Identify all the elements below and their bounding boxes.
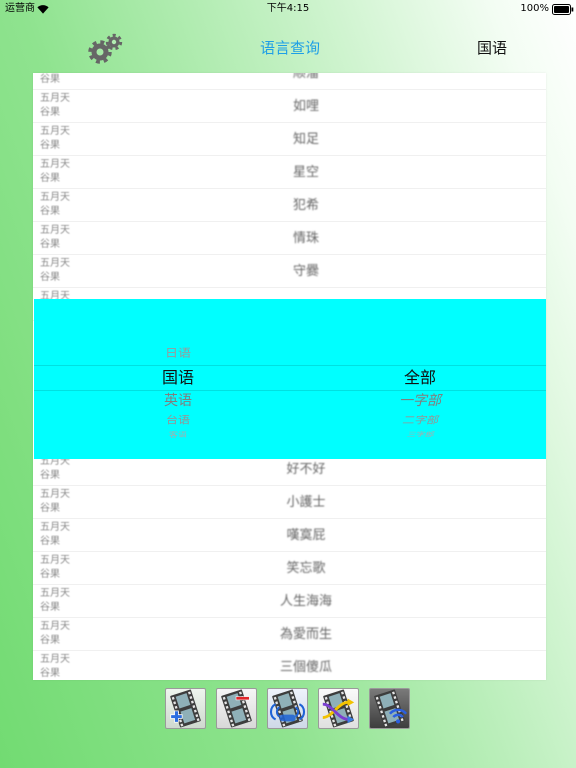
list-item-artist: 五月天 bbox=[40, 621, 70, 632]
list-item-subtitle: 谷果 bbox=[40, 635, 60, 646]
battery-percent: 100% bbox=[520, 3, 549, 14]
gear-icon[interactable] bbox=[86, 31, 124, 65]
clock: 下午4:15 bbox=[266, 3, 310, 14]
list-item-title: 為愛而生 bbox=[279, 627, 332, 642]
list-item-title: 犯希 bbox=[292, 198, 319, 213]
list-item-title: 知足 bbox=[292, 132, 319, 147]
picker-language-option[interactable]: 英语 bbox=[118, 392, 238, 410]
list-item-title: 守爨 bbox=[292, 264, 319, 279]
add-video-button[interactable] bbox=[165, 688, 206, 729]
list-item[interactable]: 五月天 谷果 犯希 bbox=[33, 189, 546, 222]
list-item-artist: 五月天 bbox=[40, 159, 70, 170]
picker-category-option[interactable]: 三字部 bbox=[360, 432, 480, 440]
list-item-title: 笑忘歌 bbox=[286, 561, 326, 576]
list-item-subtitle: 谷果 bbox=[40, 206, 60, 217]
list-item-subtitle: 谷果 bbox=[40, 536, 60, 547]
list-item[interactable]: 五月天 谷果 守爨 bbox=[33, 255, 546, 288]
film-shuffle-icon bbox=[322, 689, 355, 728]
list-item-artist: 五月天 bbox=[40, 126, 70, 137]
list-item[interactable]: 谷果 顺溜 bbox=[33, 73, 546, 90]
list-item[interactable]: 五月天 谷果 如哩 bbox=[33, 90, 546, 123]
list-item-subtitle: 谷果 bbox=[40, 74, 60, 85]
page-title: 语言查询 bbox=[259, 39, 320, 57]
list-item-title: 嘆寞屁 bbox=[286, 528, 326, 543]
list-item-title: 情珠 bbox=[292, 231, 319, 246]
remove-video-button[interactable] bbox=[216, 688, 257, 729]
selection-line-bottom bbox=[34, 390, 546, 391]
list-item[interactable]: 五月天 谷果 星空 bbox=[33, 156, 546, 189]
shuffle-button[interactable] bbox=[318, 688, 359, 729]
list-item[interactable]: 五月天 谷果 三個傻瓜 bbox=[33, 651, 546, 680]
list-item[interactable]: 五月天 谷果 人生海海 bbox=[33, 585, 546, 618]
list-item-title: 好不好 bbox=[286, 462, 326, 477]
list-item-artist: 五月天 bbox=[40, 192, 70, 203]
list-item-title: 顺溜 bbox=[292, 73, 319, 81]
picker-category-option[interactable]: 二字部 bbox=[360, 414, 480, 427]
picker-language-selected[interactable]: 国语 bbox=[118, 368, 238, 388]
language-category-picker[interactable]: 日语 国语 英语 台语 客语 全部 一字部 二字部 三字部 bbox=[34, 299, 546, 459]
film-remove-icon bbox=[217, 689, 256, 728]
battery-icon bbox=[552, 4, 574, 15]
carrier-label: 运营商 bbox=[5, 3, 35, 14]
list-item[interactable]: 五月天 谷果 笑忘歌 bbox=[33, 552, 546, 585]
list-item[interactable]: 五月天 谷果 為愛而生 bbox=[33, 618, 546, 651]
list-item[interactable]: 五月天 谷果 情珠 bbox=[33, 222, 546, 255]
list-item-artist: 五月天 bbox=[40, 93, 70, 104]
list-item-title: 星空 bbox=[292, 165, 319, 180]
list-item-title: 如哩 bbox=[292, 99, 319, 114]
list-item-subtitle: 谷果 bbox=[40, 569, 60, 580]
picker-category-selected[interactable]: 全部 bbox=[360, 368, 480, 388]
selection-line-top bbox=[34, 365, 546, 366]
list-item-artist: 五月天 bbox=[40, 555, 70, 566]
film-broadcast-icon bbox=[269, 689, 306, 728]
list-item-subtitle: 谷果 bbox=[40, 668, 60, 679]
list-item-subtitle: 谷果 bbox=[40, 107, 60, 118]
list-item-subtitle: 谷果 bbox=[40, 272, 60, 283]
list-item-subtitle: 谷果 bbox=[40, 239, 60, 250]
list-item[interactable]: 五月天 谷果 嘆寞屁 bbox=[33, 519, 546, 552]
list-item[interactable]: 五月天 谷果 小護士 bbox=[33, 486, 546, 519]
picker-language-option[interactable]: 日语 bbox=[118, 347, 238, 361]
picker-language-option[interactable]: 台语 bbox=[118, 414, 238, 427]
list-item-title: 三個傻瓜 bbox=[279, 660, 332, 675]
film-add-icon bbox=[166, 689, 205, 728]
list-item-subtitle: 谷果 bbox=[40, 470, 60, 481]
list-item-artist: 五月天 bbox=[40, 258, 70, 269]
language-selector-button[interactable]: 国语 bbox=[462, 38, 522, 58]
list-item-artist: 五月天 bbox=[40, 225, 70, 236]
list-item[interactable]: 五月天 谷果 知足 bbox=[33, 123, 546, 156]
broadcast-button[interactable] bbox=[267, 688, 308, 729]
list-item-subtitle: 谷果 bbox=[40, 173, 60, 184]
list-item-subtitle: 谷果 bbox=[40, 602, 60, 613]
wifi-button[interactable] bbox=[369, 688, 410, 729]
wifi-icon bbox=[37, 5, 49, 14]
list-item-artist: 五月天 bbox=[40, 489, 70, 500]
list-item-artist: 五月天 bbox=[40, 588, 70, 599]
list-item-subtitle: 谷果 bbox=[40, 140, 60, 151]
film-wifi-icon bbox=[370, 689, 408, 728]
list-item-subtitle: 谷果 bbox=[40, 503, 60, 514]
list-item-artist: 五月天 bbox=[40, 654, 70, 665]
list-item-artist: 五月天 bbox=[40, 522, 70, 533]
picker-language-option[interactable]: 客语 bbox=[118, 432, 238, 440]
picker-category-option[interactable]: 一字部 bbox=[360, 392, 480, 410]
list-item-title: 人生海海 bbox=[279, 594, 332, 609]
list-item-title: 小護士 bbox=[286, 495, 326, 510]
